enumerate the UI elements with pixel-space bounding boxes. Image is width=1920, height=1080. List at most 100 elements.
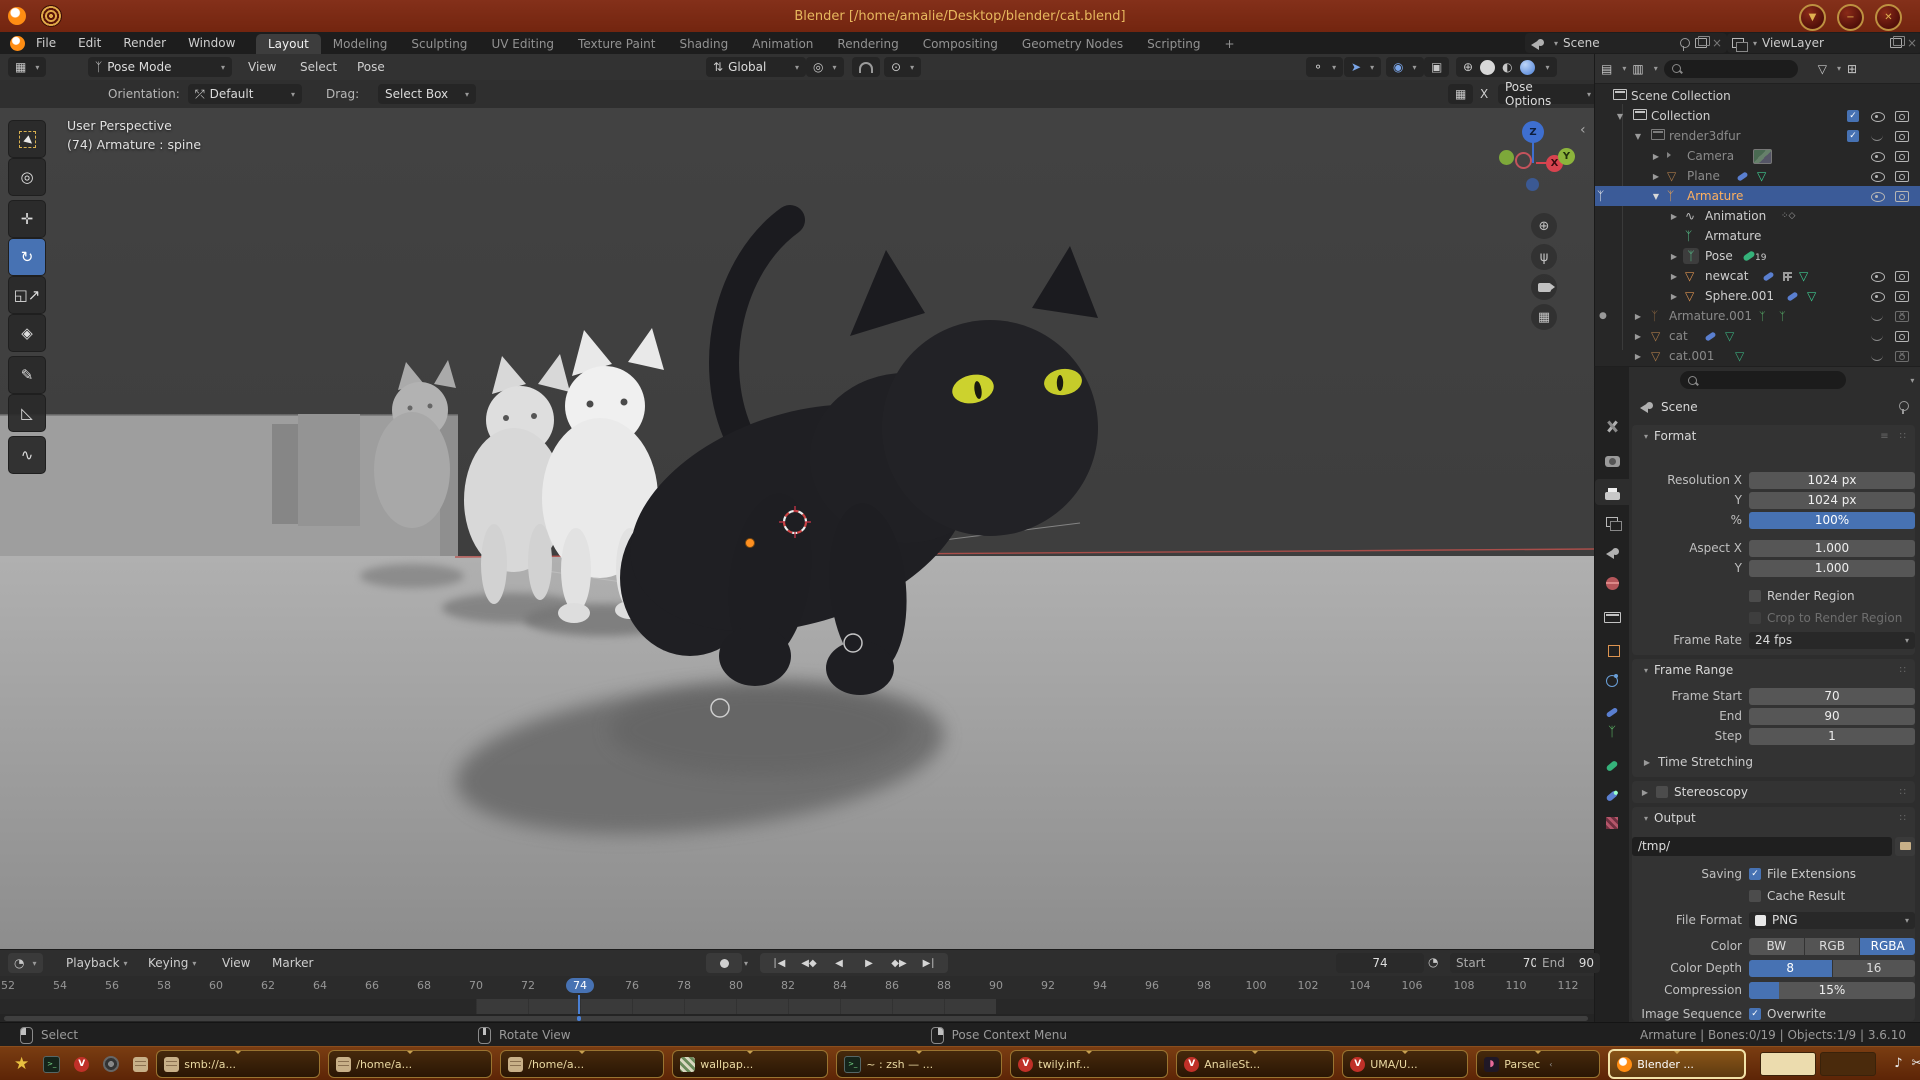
stopwatch-icon[interactable]: ◔ xyxy=(1428,955,1438,969)
scissors-icon[interactable]: ✂ xyxy=(1912,1056,1920,1071)
outliner-row-cat[interactable]: ▶ ▽ cat ▽ xyxy=(1595,326,1920,346)
3d-viewport[interactable]: User Perspective (74) Armature : spine ◎… xyxy=(0,108,1594,949)
tool-scale[interactable]: ◱↗ xyxy=(8,276,46,314)
tool-annotate[interactable]: ✎ xyxy=(8,356,46,394)
depth-16-button[interactable]: 16 xyxy=(1833,960,1916,977)
browser-launcher-icon[interactable]: V xyxy=(74,1057,89,1072)
preset-list-icon[interactable]: ≡ xyxy=(1880,431,1889,442)
mirror-grid-icon[interactable]: ▦ xyxy=(1448,84,1473,104)
remove-viewlayer-icon[interactable]: × xyxy=(1907,36,1917,50)
viewport-canvas[interactable] xyxy=(0,108,1594,949)
transform-orientation-dropdown[interactable]: ⇅ Global ▾ xyxy=(706,57,806,77)
tool-cursor[interactable]: ◎ xyxy=(8,158,46,196)
outliner-row-cat001[interactable]: ▶ ▽ cat.001 ▽ xyxy=(1595,346,1920,366)
orientation-dropdown[interactable]: ⤱ Default ▾ xyxy=(188,84,302,104)
outliner-row-newcat[interactable]: ▶ ▽ newcat ▽ xyxy=(1595,266,1920,286)
pose-options-dropdown[interactable]: Pose Options ▾ xyxy=(1498,84,1598,104)
outliner-row-collection[interactable]: ▼ Collection ✓ xyxy=(1595,106,1920,126)
depth-8-button[interactable]: 8 xyxy=(1749,960,1832,977)
overwrite-checkbox[interactable]: ✓ xyxy=(1749,1008,1761,1020)
eye-toggle[interactable] xyxy=(1871,112,1885,122)
playhead[interactable] xyxy=(578,995,580,1015)
outliner-row-plane[interactable]: ▶ ▽ Plane ▽ xyxy=(1595,166,1920,186)
camera-toggle[interactable] xyxy=(1895,171,1909,182)
tab-rendering[interactable]: Rendering xyxy=(825,34,910,54)
taskbar-window-home2[interactable]: /home/a... xyxy=(500,1050,664,1078)
solid-shading-icon[interactable] xyxy=(1480,60,1495,75)
zoom-button[interactable]: ⊕ xyxy=(1531,213,1557,239)
sidebar-collapse-arrow[interactable]: ‹ xyxy=(1580,122,1586,138)
menu-edit[interactable]: Edit xyxy=(67,36,112,50)
keying-options-arrow[interactable]: ▾ xyxy=(744,959,748,968)
xray-toggle[interactable]: ▣ xyxy=(1424,57,1449,77)
new-viewlayer-icon[interactable] xyxy=(1890,38,1902,48)
orthographic-button[interactable]: ▦ xyxy=(1531,304,1557,330)
wheel-launcher-icon[interactable] xyxy=(103,1056,119,1072)
file-format-dropdown[interactable]: PNG▾ xyxy=(1749,912,1915,929)
tool-measure[interactable]: ◺ xyxy=(8,394,46,432)
tab-constraints[interactable] xyxy=(1595,694,1629,720)
outliner-row-scene-collection[interactable]: Scene Collection xyxy=(1595,86,1920,106)
taskbar-window-wallpaper[interactable]: wallpap... xyxy=(672,1050,828,1078)
tab-physics[interactable] xyxy=(1595,666,1629,692)
menu-marker[interactable]: Marker xyxy=(272,953,313,973)
file-extensions-label[interactable]: File Extensions xyxy=(1767,867,1856,881)
tab-world[interactable] xyxy=(1595,569,1629,595)
properties-options-arrow[interactable]: ▾ xyxy=(1910,376,1914,385)
star-launcher-icon[interactable]: ★ xyxy=(14,1054,29,1074)
jump-to-end-button[interactable]: ▶∣ xyxy=(910,953,948,973)
time-stretching-header[interactable]: Time Stretching xyxy=(1658,755,1753,769)
frame-start-field[interactable]: 70 xyxy=(1749,688,1915,705)
drag-dropdown[interactable]: Select Box ▾ xyxy=(378,84,476,104)
camera-disabled-toggle[interactable] xyxy=(1895,311,1909,322)
tab-render[interactable] xyxy=(1595,446,1629,472)
axis-neg-z-ball[interactable] xyxy=(1526,178,1539,191)
menu-window[interactable]: Window xyxy=(177,36,246,50)
outliner-row-animation[interactable]: ▶ ∿ Animation ⁘◇ xyxy=(1595,206,1920,226)
outliner-row-pose[interactable]: ▶ ᛉ Pose 19 xyxy=(1595,246,1920,266)
resolution-x-field[interactable]: 1024 px xyxy=(1749,472,1915,489)
new-scene-icon[interactable] xyxy=(1695,38,1707,48)
menu-select[interactable]: Select xyxy=(300,57,337,77)
viewlayer-selector[interactable]: ▾ ViewLayer × xyxy=(1727,33,1920,53)
frame-step-field[interactable]: 1 xyxy=(1749,728,1915,745)
wireframe-shading-icon[interactable]: ⊕ xyxy=(1463,60,1473,74)
minimize-button[interactable]: − xyxy=(1837,4,1864,31)
render-region-label[interactable]: Render Region xyxy=(1767,589,1855,603)
eye-toggle[interactable] xyxy=(1871,292,1885,302)
tool-rotate[interactable]: ↻ xyxy=(8,238,46,276)
proportional-edit-dropdown[interactable]: ⊙▾ xyxy=(884,57,921,77)
checkbox-enabled[interactable]: ✓ xyxy=(1847,110,1859,122)
editor-type-button[interactable]: ▦▾ xyxy=(8,57,46,77)
outliner-search[interactable] xyxy=(1664,60,1798,78)
pin-id-icon[interactable] xyxy=(1899,401,1909,411)
eye-toggle[interactable] xyxy=(1871,152,1885,162)
camera-toggle[interactable] xyxy=(1895,151,1909,162)
pan-hand-button[interactable]: ψ xyxy=(1531,244,1557,270)
blender-menu-icon[interactable] xyxy=(10,36,25,51)
close-button[interactable]: ✕ xyxy=(1875,4,1902,31)
file-browse-button[interactable] xyxy=(1895,837,1915,856)
timeline-ruler[interactable]: 5254565860626466687072747678808284868890… xyxy=(0,976,1594,999)
menu-file[interactable]: File xyxy=(25,36,67,50)
eye-toggle[interactable] xyxy=(1871,172,1885,182)
outliner-filter-mode[interactable]: ▥ xyxy=(1632,62,1643,76)
menu-view[interactable]: View xyxy=(248,57,276,77)
outliner-row-armature-selected[interactable]: ᛉ ▼ ᛉ Armature xyxy=(1595,186,1920,206)
timeline-editor-type[interactable]: ◔▾ xyxy=(8,953,43,973)
scene-selector[interactable]: ▾ Scene × xyxy=(1525,33,1727,53)
taskbar-window-smb[interactable]: smb://a... xyxy=(156,1050,320,1078)
window-menu-button[interactable]: ▼ xyxy=(1799,4,1826,31)
frame-rate-dropdown[interactable]: 24 fps▾ xyxy=(1749,632,1915,649)
outliner-row-armature001[interactable]: ● ▶ ᛉ Armature.001 ᛉ ᛉ xyxy=(1595,306,1920,326)
camera-toggle[interactable] xyxy=(1895,131,1909,142)
aspect-y-field[interactable]: 1.000 xyxy=(1749,560,1915,577)
taskbar-window-blender[interactable]: Blender ... xyxy=(1608,1049,1746,1079)
eye-closed-toggle[interactable] xyxy=(1871,334,1883,341)
color-bw-button[interactable]: BW xyxy=(1749,938,1804,955)
tab-output[interactable] xyxy=(1595,479,1629,505)
pin-icon[interactable] xyxy=(1680,38,1690,48)
menu-keying[interactable]: Keying▾ xyxy=(148,953,196,973)
crop-checkbox[interactable] xyxy=(1749,612,1761,624)
tab-sculpting[interactable]: Sculpting xyxy=(399,34,479,54)
